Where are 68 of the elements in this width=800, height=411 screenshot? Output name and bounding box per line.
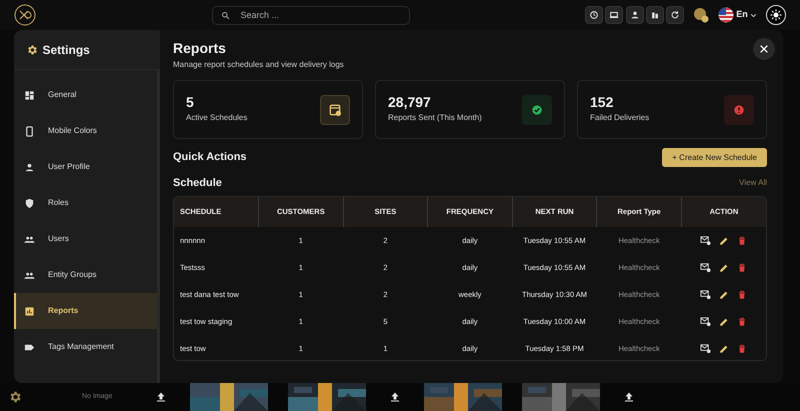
- stat-value: 5: [186, 94, 195, 110]
- refresh-button[interactable]: [666, 6, 684, 24]
- clock-button[interactable]: [585, 6, 603, 24]
- pencil-icon: [719, 344, 730, 354]
- search-icon: [220, 10, 230, 20]
- chevron-down-icon[interactable]: [750, 12, 758, 18]
- flag-icon[interactable]: [718, 7, 734, 23]
- settings-menu-item[interactable]: Roles: [14, 185, 157, 221]
- close-button[interactable]: [753, 38, 775, 60]
- mail-gear-icon: [700, 316, 711, 328]
- refresh-icon: [670, 10, 680, 20]
- language-selector[interactable]: En: [736, 8, 748, 22]
- settings-icon: [26, 44, 38, 56]
- stat-value: 28,797: [388, 94, 432, 110]
- chart-icon: [24, 306, 35, 316]
- upload-icon: [623, 391, 636, 403]
- settings-menu-item[interactable]: User Profile: [14, 149, 157, 185]
- stat-label: Active Schedules: [186, 112, 248, 124]
- trash-icon: [737, 262, 748, 273]
- upload-icon: [155, 391, 168, 403]
- calendar-icon: [327, 102, 343, 118]
- trash-icon: [737, 236, 748, 246]
- page-subtitle: Manage report schedules and view delivery logs: [173, 59, 345, 72]
- trash-icon: [737, 316, 748, 327]
- user-icon: [630, 10, 640, 20]
- sun-icon: [770, 9, 782, 21]
- user-button[interactable]: [626, 6, 644, 24]
- mail-gear-icon: [700, 235, 711, 246]
- upload-icon: [389, 391, 402, 403]
- settings-menu-item[interactable]: Reports: [14, 293, 157, 329]
- settings-menu-item[interactable]: Users: [14, 221, 157, 257]
- grid-icon: [24, 90, 35, 100]
- mail-gear-icon: [700, 343, 711, 354]
- shield-icon: [24, 198, 35, 208]
- building-icon: [650, 10, 660, 20]
- section-title: Quick Actions: [173, 150, 247, 166]
- pencil-icon: [719, 290, 730, 300]
- logo[interactable]: [14, 4, 36, 26]
- building-button[interactable]: [646, 6, 664, 24]
- laptop-icon: [609, 10, 620, 20]
- page-title: Reports: [173, 40, 226, 57]
- search-field[interactable]: Search ...: [212, 6, 410, 24]
- pencil-icon: [719, 316, 730, 327]
- stat-label: Failed Deliveries: [590, 112, 650, 124]
- pencil-icon: [719, 236, 730, 246]
- trash-icon: [737, 344, 748, 354]
- clock-icon: [589, 10, 599, 20]
- trash-icon: [737, 290, 748, 300]
- settings-icon: [8, 390, 22, 404]
- view-all-link[interactable]: View All: [739, 177, 767, 190]
- theme-toggle-button[interactable]: [766, 5, 786, 25]
- phone-icon: [24, 126, 35, 136]
- create-schedule-button[interactable]: + Create New Schedule: [662, 148, 767, 168]
- close-icon: [759, 44, 769, 54]
- mail-gear-icon: [700, 262, 711, 274]
- settings-menu-item[interactable]: Mobile Colors: [14, 113, 157, 149]
- settings-menu-item[interactable]: Tags Management: [14, 329, 157, 365]
- user-icon: [24, 162, 35, 172]
- stat-value: 152: [590, 94, 614, 110]
- mail-gear-icon: [700, 289, 711, 300]
- pencil-icon: [719, 262, 730, 273]
- laptop-button[interactable]: [605, 6, 624, 24]
- coin-icon[interactable]: [693, 7, 709, 23]
- stat-label: Reports Sent (This Month): [388, 112, 482, 124]
- settings-menu-item[interactable]: Entity Groups: [14, 257, 157, 293]
- settings-title: Settings: [42, 42, 90, 58]
- settings-menu-item[interactable]: General: [14, 77, 157, 113]
- section-title: Schedule: [173, 176, 222, 192]
